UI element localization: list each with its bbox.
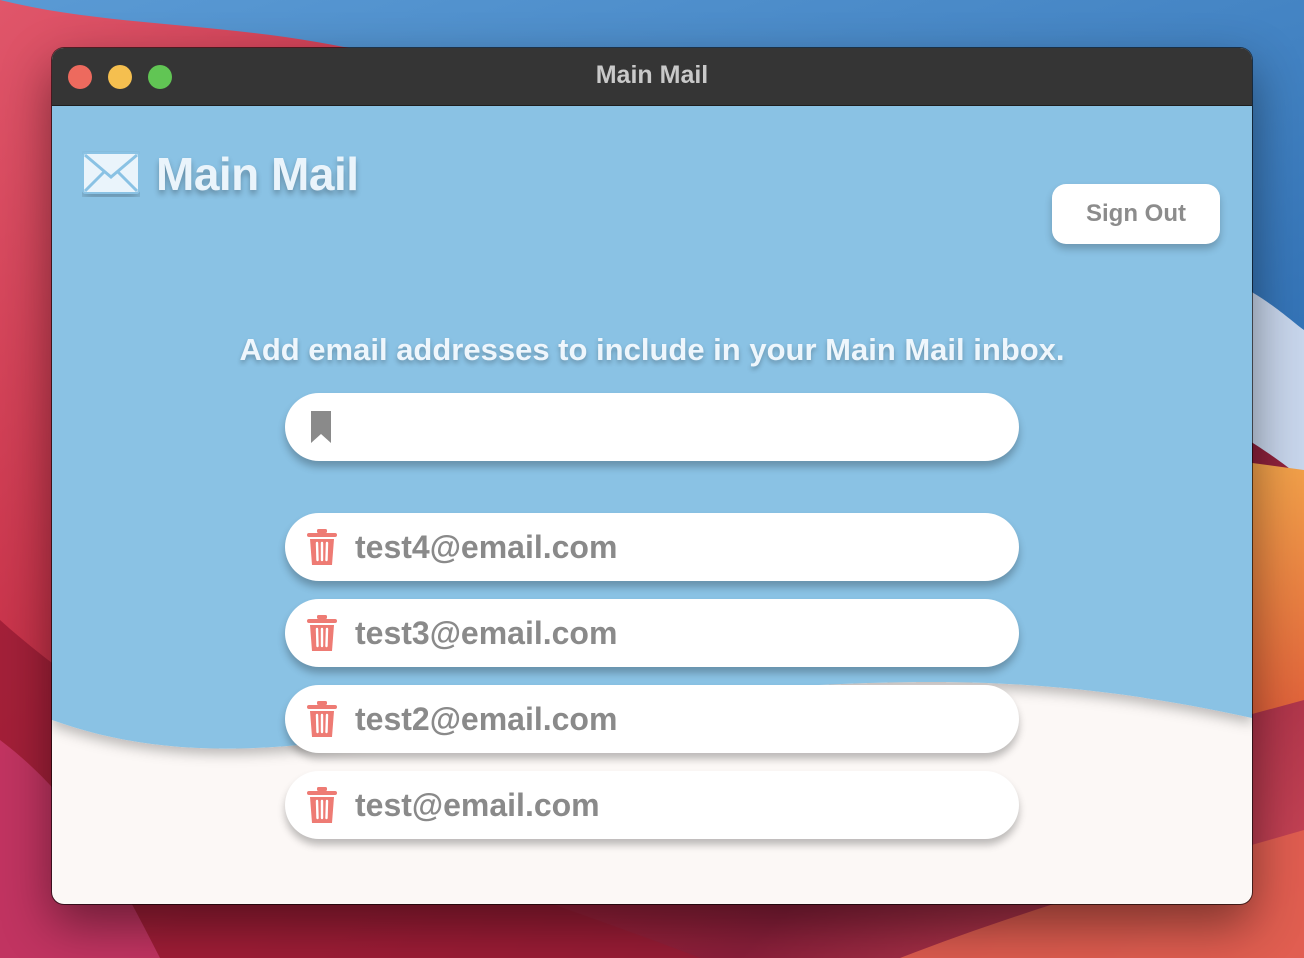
email-address: test3@email.com [355,614,618,651]
email-address: test4@email.com [355,528,618,565]
main-content: Main Mail Sign Out Add email addresses t… [52,106,1252,904]
trash-icon[interactable] [306,786,338,824]
email-list-item: test4@email.com [285,513,1019,581]
title-bar[interactable]: Main Mail [52,48,1252,106]
trash-icon[interactable] [306,528,338,566]
bookmark-icon [311,411,331,443]
trash-icon[interactable] [306,700,338,738]
email-list-item: test3@email.com [285,599,1019,667]
email-list-item: test2@email.com [285,685,1019,753]
new-email-field-container [285,393,1019,461]
brand: Main Mail [82,142,359,206]
email-list-item: test@email.com [285,771,1019,839]
trash-icon[interactable] [306,614,338,652]
email-address: test2@email.com [355,700,618,737]
new-email-input[interactable] [359,396,989,458]
window-title: Main Mail [595,61,709,89]
instructions-text: Add email addresses to include in your M… [239,332,1065,367]
brand-title: Main Mail [156,148,359,200]
email-address: test@email.com [355,786,600,823]
app-window: Main Mail Main Mail Sign Out Add email a… [52,48,1252,904]
envelope-icon [82,152,140,194]
sign-out-button[interactable]: Sign Out [1052,184,1220,244]
